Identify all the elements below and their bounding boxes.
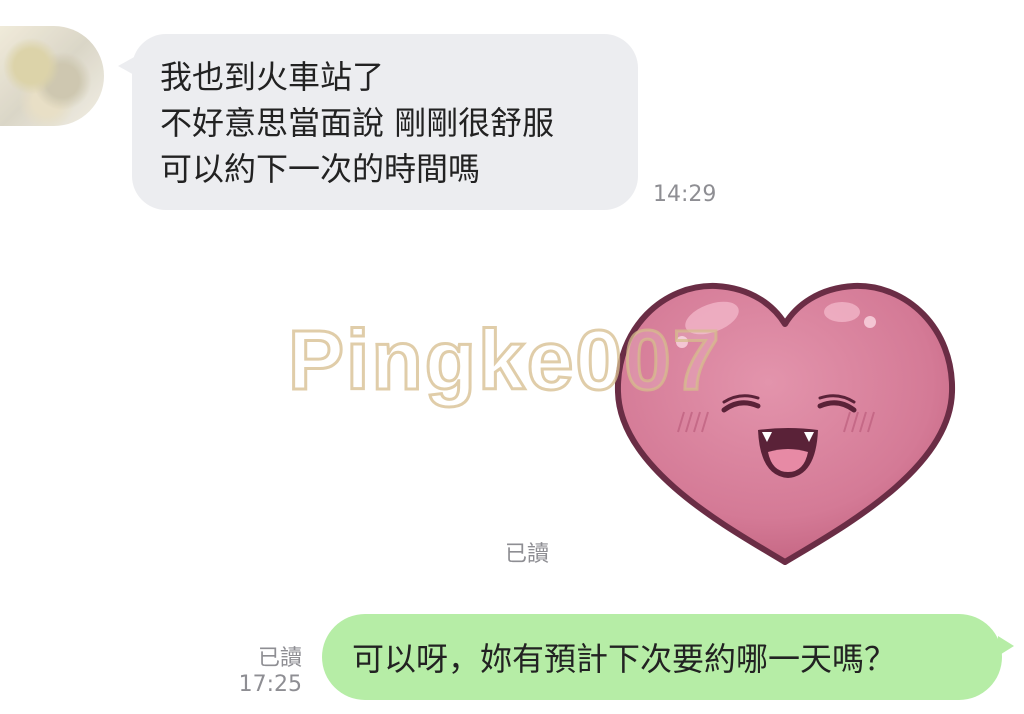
incoming-message-bubble[interactable]: 我也到火車站了 不好意思當面說 剛剛很舒服 可以約下一次的時間嗎 bbox=[132, 34, 638, 210]
incoming-message-line: 我也到火車站了 bbox=[160, 58, 385, 96]
outgoing-bubble-tail bbox=[998, 636, 1014, 656]
watermark-text: Pingke007 bbox=[287, 312, 722, 409]
outgoing-message-text: 可以呀，妳有預計下次要約哪一天嗎？ bbox=[352, 640, 897, 678]
contact-avatar[interactable] bbox=[0, 26, 104, 126]
incoming-message-line: 可以約下一次的時間嗎 bbox=[160, 150, 481, 188]
sticker-read-status: 已讀 bbox=[505, 542, 550, 567]
outgoing-message-bubble[interactable]: 可以呀，妳有預計下次要約哪一天嗎？ bbox=[322, 614, 1002, 700]
incoming-message-line: 不好意思當面說 剛剛很舒服 bbox=[160, 104, 555, 142]
outgoing-read-status: 已讀 bbox=[257, 646, 302, 671]
outgoing-timestamp: 17:25 bbox=[238, 672, 302, 697]
incoming-timestamp: 14:29 bbox=[653, 182, 717, 207]
